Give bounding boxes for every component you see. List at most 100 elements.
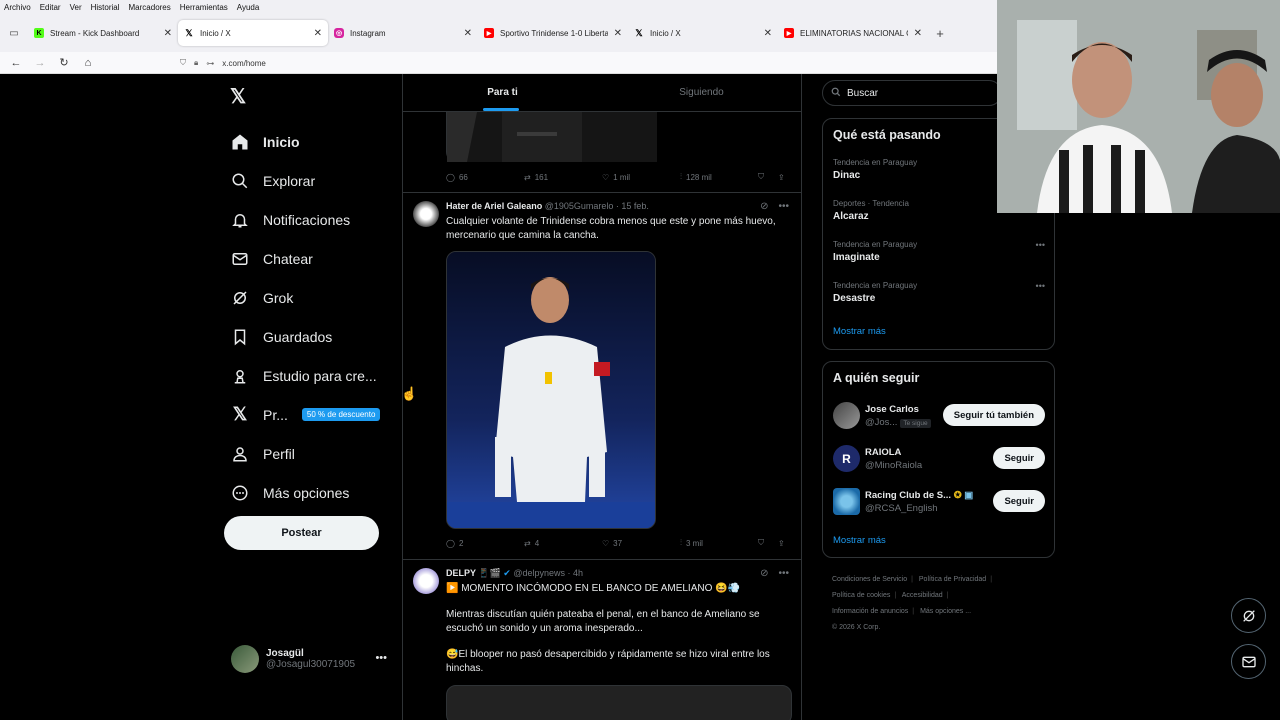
home-icon <box>230 132 250 152</box>
forward-icon[interactable]: → <box>28 57 52 69</box>
tab-list-icon[interactable]: ▭ <box>0 28 28 39</box>
follow-button[interactable]: Seguir <box>993 490 1045 512</box>
menu-ayuda[interactable]: Ayuda <box>237 3 260 12</box>
post-header-icons: ⊘ ••• <box>760 568 789 579</box>
author-name[interactable]: DELPY 📱🎬 <box>446 568 501 578</box>
permissions-icon[interactable]: ⊶ <box>206 59 214 68</box>
post-image[interactable] <box>446 251 656 529</box>
sidebar-item-notificaciones[interactable]: Notificaciones <box>230 200 380 239</box>
shield-icon[interactable]: ⛉ <box>180 58 186 68</box>
sidebar-item-premium[interactable]: 𝕏 Pr... 50 % de descuento <box>230 395 381 434</box>
like-button[interactable]: ♡ 37 <box>602 539 680 548</box>
browser-tab[interactable]: K Stream - Kick Dashboard ✕ <box>28 20 178 46</box>
browser-tab[interactable]: ▶ ELIMINATORIAS NACIONAL CAMPEÓ ✕ <box>778 20 928 46</box>
grok-fab-button[interactable] <box>1231 598 1266 633</box>
back-icon[interactable]: ← <box>4 57 28 69</box>
follow-suggestion[interactable]: R RAIOLA @MinoRaiola Seguir <box>833 445 1045 475</box>
address-bar[interactable]: ⛉ 🔒︎ ⊶ x.com/home <box>180 55 1000 71</box>
reply-button[interactable]: ◯ 66 <box>446 173 524 182</box>
more-dots-icon[interactable]: ••• <box>375 652 387 664</box>
post-button[interactable]: Postear <box>224 516 379 550</box>
post-media[interactable] <box>446 685 792 720</box>
new-tab-icon[interactable]: + <box>928 26 952 41</box>
share-icon[interactable]: ⇪ <box>778 173 785 182</box>
reply-icon: ◯ <box>446 172 455 182</box>
tab-para-ti[interactable]: Para ti <box>403 74 602 111</box>
browser-tab[interactable]: ◎ Instagram ✕ <box>328 20 478 46</box>
reload-icon[interactable]: ↻ <box>52 56 76 69</box>
trend-item[interactable]: Tendencia en Paraguay Desastre ••• <box>833 281 1045 304</box>
follow-button[interactable]: Seguir <box>993 447 1045 469</box>
menu-marcadores[interactable]: Marcadores <box>129 3 171 12</box>
heart-icon: ♡ <box>602 172 610 182</box>
sidebar-item-estudio[interactable]: Estudio para cre... <box>230 356 380 395</box>
follow-suggestion[interactable]: Racing Club de S... ✪ ▣ @RCSA_English Se… <box>833 488 1045 518</box>
url-text[interactable]: x.com/home <box>222 59 266 68</box>
menu-archivo[interactable]: Archivo <box>4 3 31 12</box>
more-dots-icon[interactable]: ••• <box>1036 240 1045 250</box>
sidebar-item-inicio[interactable]: Inicio <box>230 122 380 161</box>
browser-tab-active[interactable]: 𝕏 Inicio / X ✕ <box>178 20 328 46</box>
footer-link[interactable]: Política de Privacidad <box>919 576 986 583</box>
author-avatar[interactable] <box>413 201 439 227</box>
grok-icon[interactable]: ⊘ <box>760 568 768 579</box>
footer-link[interactable]: Accesibilidad <box>902 592 943 599</box>
reply-button[interactable]: ◯ 2 <box>446 539 524 548</box>
messages-fab-button[interactable] <box>1231 644 1266 679</box>
bookmark-icon[interactable]: ⛉ <box>758 172 778 182</box>
close-tab-icon[interactable]: ✕ <box>764 28 772 39</box>
sidebar-item-perfil[interactable]: Perfil <box>230 434 380 473</box>
previous-post-media[interactable] <box>446 112 657 162</box>
close-tab-icon[interactable]: ✕ <box>614 28 622 39</box>
bookmark-icon[interactable]: ⛉ <box>758 538 778 548</box>
tab-siguiendo[interactable]: Siguiendo <box>602 74 801 111</box>
sidebar-item-grok[interactable]: Grok <box>230 278 380 317</box>
more-dots-icon[interactable]: ••• <box>778 568 789 579</box>
author-meta[interactable]: @1905Gumarelo · 15 feb. <box>545 201 649 211</box>
lock-icon[interactable]: 🔒︎ <box>194 58 198 68</box>
menu-historial[interactable]: Historial <box>91 3 120 12</box>
bookmark-icon <box>230 327 250 347</box>
author-name[interactable]: Hater de Ariel Galeano <box>446 201 542 211</box>
sidebar-item-mas-opciones[interactable]: Más opciones <box>230 473 380 512</box>
sidebar-item-explorar[interactable]: Explorar <box>230 161 380 200</box>
repost-button[interactable]: ⇄ 161 <box>524 173 602 182</box>
author-meta[interactable]: @delpynews · 4h <box>513 568 583 578</box>
more-dots-icon[interactable]: ••• <box>1036 281 1045 291</box>
close-tab-icon[interactable]: ✕ <box>314 28 322 39</box>
sidebar-item-guardados[interactable]: Guardados <box>230 317 380 356</box>
footer-link[interactable]: Más opciones ... <box>920 608 971 615</box>
grok-icon[interactable]: ⊘ <box>760 201 768 212</box>
close-tab-icon[interactable]: ✕ <box>914 28 922 39</box>
menu-ver[interactable]: Ver <box>70 3 82 12</box>
account-switcher[interactable]: Josagül @Josagul30071905 ••• <box>231 644 391 674</box>
repost-button[interactable]: ⇄ 4 <box>524 539 602 548</box>
views-button[interactable]: ⫶ 3 mil <box>680 538 758 548</box>
menu-editar[interactable]: Editar <box>40 3 61 12</box>
show-more-follow-link[interactable]: Mostrar más <box>833 535 886 546</box>
home-browser-icon[interactable]: ⌂ <box>76 57 100 69</box>
sidebar-item-chatear[interactable]: Chatear <box>230 239 380 278</box>
close-tab-icon[interactable]: ✕ <box>464 28 472 39</box>
show-more-trends-link[interactable]: Mostrar más <box>833 326 886 337</box>
close-tab-icon[interactable]: ✕ <box>164 28 172 39</box>
x-logo-icon[interactable]: 𝕏 <box>230 84 246 109</box>
browser-tab[interactable]: 𝕏 Inicio / X ✕ <box>628 20 778 46</box>
follows-you-badge: Te sigue <box>900 419 931 428</box>
like-button[interactable]: ♡ 1 mil <box>602 173 680 182</box>
views-button[interactable]: ⫶ 128 mil <box>680 172 758 182</box>
browser-tab[interactable]: ▶ Sportivo Trinidense 1-0 Libertad ✕ <box>478 20 628 46</box>
search-input[interactable]: Buscar <box>822 80 1002 106</box>
footer-link[interactable]: Condiciones de Servicio <box>832 576 907 583</box>
trend-item[interactable]: Tendencia en Paraguay Imaginate ••• <box>833 240 1045 263</box>
menu-herramientas[interactable]: Herramientas <box>180 3 228 12</box>
tab-title: Inicio / X <box>200 28 231 38</box>
follow-back-button[interactable]: Seguir tú también <box>942 404 1045 426</box>
follow-suggestion[interactable]: Jose Carlos @Jos... Te sigue Seguir tú ta… <box>833 402 1045 432</box>
share-icon[interactable]: ⇪ <box>778 539 785 548</box>
author-avatar[interactable] <box>413 568 439 594</box>
views-icon: ⫶ <box>680 538 682 547</box>
footer-link[interactable]: Política de cookies <box>832 592 890 599</box>
footer-link[interactable]: Información de anuncios <box>832 608 908 615</box>
more-dots-icon[interactable]: ••• <box>778 201 789 212</box>
